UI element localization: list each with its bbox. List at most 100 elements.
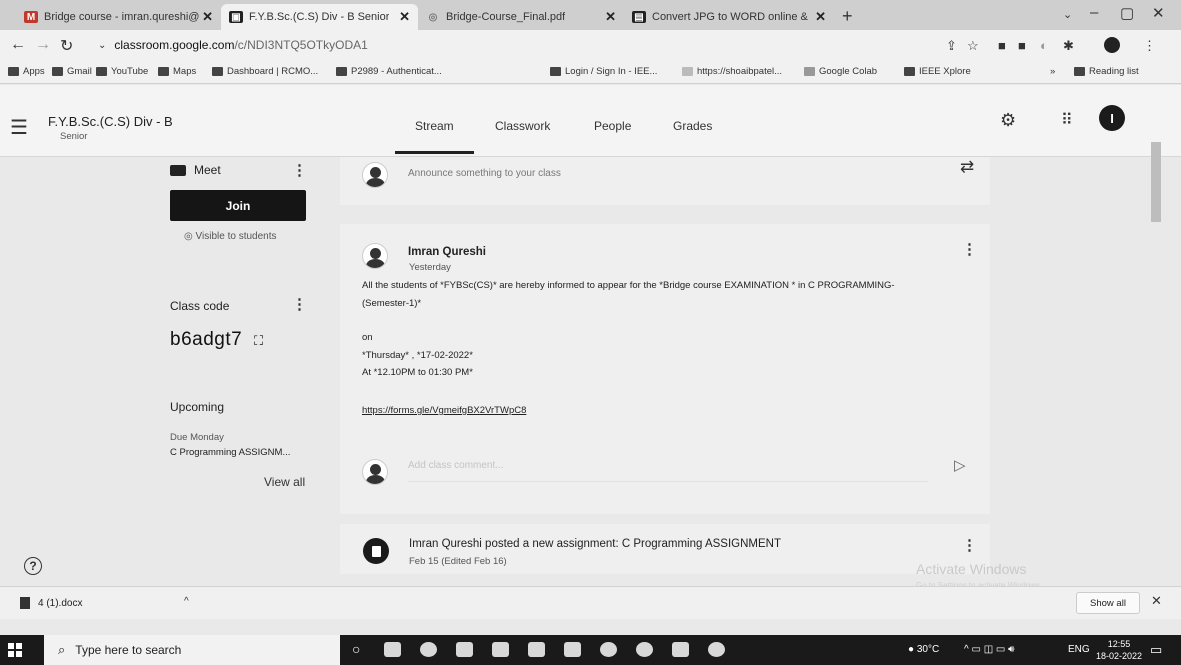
assignment-icon xyxy=(363,538,389,564)
class-code-options-icon[interactable]: ⋮ xyxy=(292,295,307,313)
back-icon[interactable]: ← xyxy=(10,36,26,54)
meet-options-icon[interactable]: ⋮ xyxy=(292,161,307,179)
search-icon: ⌕ xyxy=(58,642,66,657)
comment-input[interactable]: Add class comment... xyxy=(408,460,928,482)
class-title[interactable]: F.Y.B.Sc.(C.S) Div - B xyxy=(48,114,173,129)
class-section: Senior xyxy=(60,131,88,142)
close-tab-icon[interactable]: ✕ xyxy=(815,9,826,25)
reading-list[interactable]: Reading list xyxy=(1074,66,1139,77)
new-tab-icon[interactable]: + xyxy=(842,6,853,27)
app-icon[interactable] xyxy=(708,642,725,657)
show-all-button[interactable]: Show all xyxy=(1076,592,1140,614)
task-view-icon[interactable] xyxy=(384,642,401,657)
apps-grid-icon[interactable]: ⠿ xyxy=(1061,110,1073,130)
bookmark-maps[interactable]: Maps xyxy=(158,66,196,77)
apps-grid-icon xyxy=(8,67,19,76)
assignment-options-icon[interactable]: ⋮ xyxy=(962,536,977,554)
close-shelf-icon[interactable]: ✕ xyxy=(1151,593,1162,609)
view-all-link[interactable]: View all xyxy=(264,475,305,489)
announce-input[interactable]: Announce something to your class xyxy=(408,168,561,179)
chrome-icon[interactable] xyxy=(600,642,617,657)
account-avatar[interactable]: I xyxy=(1099,105,1125,131)
classroom-header: ☰ F.Y.B.Sc.(C.S) Div - B Senior Stream C… xyxy=(0,85,1181,157)
store-icon[interactable] xyxy=(492,642,509,657)
chevron-up-icon[interactable]: ^ xyxy=(184,596,189,607)
notifications-icon[interactable]: ▭ xyxy=(1150,642,1162,658)
tab-classwork[interactable]: Classwork xyxy=(495,119,550,133)
tab-grades[interactable]: Grades xyxy=(673,119,712,133)
tray-icons[interactable]: ^ ▭ ◫ ▭ 🔊︎ xyxy=(964,644,1014,655)
extension-icon[interactable]: ■ xyxy=(1018,38,1026,53)
mail-icon[interactable] xyxy=(528,642,545,657)
window-close-icon[interactable]: ✕ xyxy=(1152,4,1165,22)
tab-converter[interactable]: ▤ Convert JPG to WORD online & ✕ xyxy=(624,4,834,30)
tab-gmail[interactable]: M Bridge course - imran.qureshi@ ✕ xyxy=(16,4,221,30)
weather[interactable]: ● 30°C xyxy=(908,644,939,655)
url-host: classroom.google.com xyxy=(114,38,235,52)
bookmark-p2989[interactable]: P2989 - Authenticat... xyxy=(336,66,442,77)
announce-card[interactable] xyxy=(340,157,990,205)
chrome-icon[interactable] xyxy=(636,642,653,657)
close-tab-icon[interactable]: ✕ xyxy=(399,9,410,25)
site-info-icon[interactable]: ⌄ xyxy=(98,40,106,51)
reload-icon[interactable]: ↻ xyxy=(60,36,73,56)
tab-classroom[interactable]: ▣ F.Y.B.Sc.(C.S) Div - B Senior ✕ xyxy=(221,4,418,30)
video-camera-icon xyxy=(170,164,186,176)
tab-people[interactable]: People xyxy=(594,119,631,133)
post-body-line: At *12.10PM to 01:30 PM* xyxy=(362,367,473,378)
more-bookmarks-icon[interactable]: » xyxy=(1050,66,1055,77)
language-indicator[interactable]: ENG xyxy=(1068,644,1090,655)
repost-icon[interactable]: ⇄ xyxy=(960,157,974,177)
link-icon xyxy=(682,67,693,76)
assignment-date: Feb 15 (Edited Feb 16) xyxy=(409,556,507,567)
share-icon[interactable]: ⇪ xyxy=(946,38,957,54)
close-tab-icon[interactable]: ✕ xyxy=(605,9,616,25)
post-link[interactable]: https://forms.gle/VgmeifgBX2VrTWpC8 xyxy=(362,405,526,416)
bookmark-shoaibpatel[interactable]: https://shoaibpatel... xyxy=(682,66,782,77)
menu-kebab-icon[interactable]: ⋮ xyxy=(1143,38,1156,54)
maximize-icon[interactable]: ▢ xyxy=(1120,4,1134,22)
bookmark-apps[interactable]: Apps xyxy=(8,66,45,77)
clock[interactable]: 12:55 18-02-2022 xyxy=(1096,638,1142,662)
minimize-icon[interactable]: – xyxy=(1090,4,1098,21)
taskbar-search[interactable]: ⌕ Type here to search xyxy=(44,635,340,665)
tab-pdf[interactable]: ◎ Bridge-Course_Final.pdf ✕ xyxy=(418,4,624,30)
bookmark-login[interactable]: Login / Sign In - IEE... xyxy=(550,66,657,77)
bookmark-colab[interactable]: Google Colab xyxy=(804,66,877,77)
edge-icon[interactable] xyxy=(420,642,437,657)
word-doc-icon xyxy=(20,597,30,609)
post-time: Yesterday xyxy=(409,262,451,273)
bookmark-dashboard[interactable]: Dashboard | RCMO... xyxy=(212,66,318,77)
converter-icon: ▤ xyxy=(632,11,646,23)
settings-gear-icon[interactable]: ⚙ xyxy=(1000,110,1016,131)
forward-icon[interactable]: → xyxy=(35,36,51,54)
close-tab-icon[interactable]: ✕ xyxy=(202,9,213,25)
bookmark-gmail[interactable]: Gmail xyxy=(52,66,92,77)
user-avatar xyxy=(362,162,388,188)
app-icon[interactable] xyxy=(672,642,689,657)
profile-avatar[interactable] xyxy=(1104,37,1120,53)
extension-icon[interactable]: ◐ xyxy=(1040,38,1048,53)
puzzle-icon[interactable]: ✱ xyxy=(1063,38,1074,54)
bookmark-star-icon[interactable]: ☆ xyxy=(967,38,979,54)
word-icon[interactable] xyxy=(564,642,581,657)
send-icon[interactable]: ▷ xyxy=(954,456,966,474)
extension-icon[interactable]: ■ xyxy=(998,38,1006,53)
help-icon[interactable]: ? xyxy=(24,557,42,575)
cortana-icon[interactable]: ○ xyxy=(352,641,360,657)
tab-stream[interactable]: Stream xyxy=(395,119,474,154)
upcoming-item[interactable]: C Programming ASSIGNM... xyxy=(170,447,290,458)
post-options-icon[interactable]: ⋮ xyxy=(962,240,977,258)
windows-start-icon[interactable] xyxy=(8,643,22,657)
join-meet-button[interactable]: Join xyxy=(170,190,306,221)
tab-search-icon[interactable]: ⌄ xyxy=(1063,8,1072,21)
main-menu-icon[interactable]: ☰ xyxy=(10,115,28,140)
page-scrollbar[interactable] xyxy=(1151,142,1161,222)
url-bar[interactable]: ⌄ classroom.google.com/c/NDI3NTQ5OTkyODA… xyxy=(98,34,938,56)
assignment-title[interactable]: Imran Qureshi posted a new assignment: C… xyxy=(409,538,781,550)
bookmark-youtube[interactable]: YouTube xyxy=(96,66,148,77)
downloaded-file[interactable]: 4 (1).docx xyxy=(20,597,82,609)
file-explorer-icon[interactable] xyxy=(456,642,473,657)
fullscreen-icon[interactable]: ⛶ xyxy=(254,333,264,348)
bookmark-ieee-xplore[interactable]: IEEE Xplore xyxy=(904,66,971,77)
